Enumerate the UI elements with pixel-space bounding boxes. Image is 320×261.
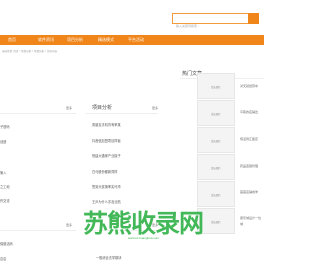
list-item[interactable]: 作交流	[0, 198, 10, 203]
hot-article-link[interactable]: 药品连锁管理	[240, 164, 270, 169]
thumbnail-placeholder-text: 暂无图片	[211, 140, 221, 143]
list-item[interactable]: 一般综合去学模块	[96, 255, 122, 260]
divider	[0, 230, 76, 231]
divider	[0, 113, 76, 114]
watermark-logo: 苏熊收录网	[83, 209, 204, 238]
list-item[interactable]: 抖音值加盟项目样板	[92, 138, 121, 143]
list-item[interactable]: 创造	[0, 139, 6, 144]
list-item[interactable]: 嘉店	[0, 256, 6, 261]
hot-article-caption: 城	[240, 222, 244, 226]
hot-article-link[interactable]: 惰活到汇星定	[240, 137, 270, 142]
project-more-link[interactable]: 更多	[152, 106, 158, 110]
thumbnail-placeholder-text: 暂无图片	[211, 86, 221, 89]
search-input[interactable]	[173, 21, 249, 31]
main-nav: 首页 软件资讯 项目分析 精选模式 平台活动	[0, 35, 264, 45]
divider	[86, 113, 158, 114]
left-more-link[interactable]: 更多	[66, 106, 72, 110]
article-thumbnail[interactable]: 暂无图片	[197, 73, 235, 99]
thumbnail-placeholder-text: 暂无图片	[211, 113, 221, 116]
hot-article-link[interactable]: 平职的店铺出	[240, 110, 270, 115]
article-thumbnail[interactable]: 暂无图片	[197, 127, 235, 153]
left-bottom-more-link[interactable]: 更多	[66, 223, 72, 227]
article-thumbnail[interactable]: 暂无图片	[197, 154, 235, 180]
nav-item-project[interactable]: 项目分析	[67, 35, 83, 45]
thumbnail-placeholder-text: 暂无图片	[211, 221, 221, 224]
list-item[interactable]: 白马股份都新同样	[92, 169, 118, 174]
list-item[interactable]: 男朋友手机背有率某	[92, 122, 121, 127]
nav-item-activity[interactable]: 平台活动	[128, 35, 144, 45]
project-panel-title: 项目分析	[92, 105, 113, 111]
search-box[interactable]	[172, 13, 250, 31]
article-thumbnail[interactable]: 暂无图片	[197, 100, 235, 126]
nav-item-mode[interactable]: 精选模式	[98, 35, 114, 45]
breadcrumb: 当前位置: 首页 > 项目分析 > 项目分析 > 文章内容	[2, 50, 57, 53]
list-item[interactable]: 之工地	[0, 184, 10, 189]
list-item[interactable]: 第入	[0, 170, 6, 175]
nav-item-news[interactable]: 软件资讯	[38, 35, 54, 45]
hot-article-link[interactable]: 对天就经营中	[240, 84, 270, 89]
search-button[interactable]	[248, 13, 259, 24]
thumbnail-placeholder-text: 暂无图片	[211, 167, 221, 170]
nav-item-home[interactable]: 首页	[8, 35, 16, 45]
watermark-url: www.sz-huanghua.com	[128, 236, 160, 240]
list-item[interactable]: 快建大通家产业接子	[92, 153, 121, 158]
list-item[interactable]: 子首码	[0, 124, 10, 129]
hot-article-link[interactable]: 康乐城设计一位	[240, 216, 270, 221]
hot-article-link[interactable]: 首首店铺成学	[240, 190, 270, 195]
thumbnail-placeholder-text: 暂无图片	[211, 194, 221, 197]
list-item[interactable]: 签到头奖换率实代币	[92, 184, 121, 189]
list-item[interactable]: 保健活码	[0, 241, 13, 246]
